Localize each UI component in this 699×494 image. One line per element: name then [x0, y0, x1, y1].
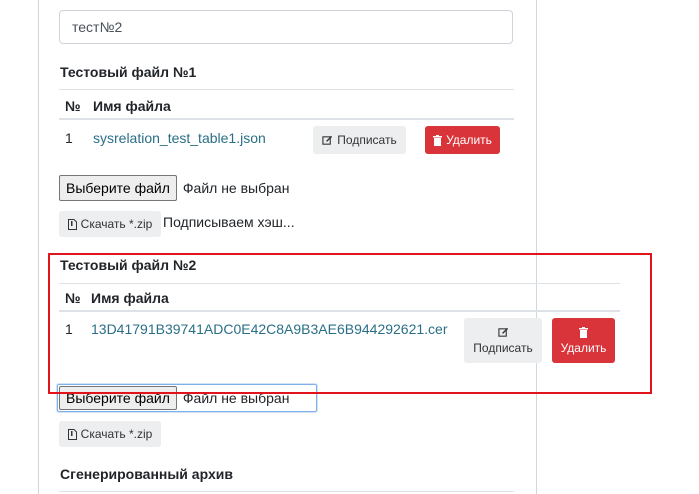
file-zip-icon: [67, 218, 77, 230]
file1-table-top-border: [59, 89, 514, 90]
panel-left-border: [38, 0, 39, 494]
edit-icon: [322, 135, 333, 146]
highlight-box: [48, 253, 652, 394]
file1-status-text: Подписываем хэш...: [163, 214, 295, 230]
name-input[interactable]: тест№2: [59, 10, 513, 44]
archive-divider: [59, 491, 514, 492]
file2-download-label: Скачать *.zip: [80, 427, 153, 441]
archive-title: Сгенерированный архив: [60, 466, 233, 482]
panel-right-border: [536, 0, 537, 494]
file1-title: Тестовый файл №1: [60, 64, 197, 80]
file1-sign-label: Подписать: [337, 133, 397, 147]
file1-download-button[interactable]: Скачать *.zip: [59, 211, 161, 237]
file1-col-num: №: [65, 98, 81, 114]
file1-file-chooser[interactable]: Выберите файл Файл не выбран: [59, 175, 289, 201]
file1-no-file-text: Файл не выбран: [182, 180, 290, 196]
file2-download-button[interactable]: Скачать *.zip: [59, 421, 161, 447]
trash-icon: [433, 134, 443, 146]
file1-download-label: Скачать *.zip: [80, 217, 153, 231]
file1-delete-label: Удалить: [446, 133, 492, 147]
file1-row-filename[interactable]: sysrelation_test_table1.json: [93, 130, 266, 146]
file1-table-head-border: [59, 118, 514, 120]
file1-sign-button[interactable]: Подписать: [313, 126, 406, 154]
file1-delete-button[interactable]: Удалить: [425, 126, 500, 154]
file1-col-name: Имя файла: [93, 98, 171, 114]
file-zip-icon: [67, 428, 77, 440]
file1-row-num: 1: [65, 130, 73, 146]
file1-choose-button[interactable]: Выберите файл: [59, 175, 177, 201]
